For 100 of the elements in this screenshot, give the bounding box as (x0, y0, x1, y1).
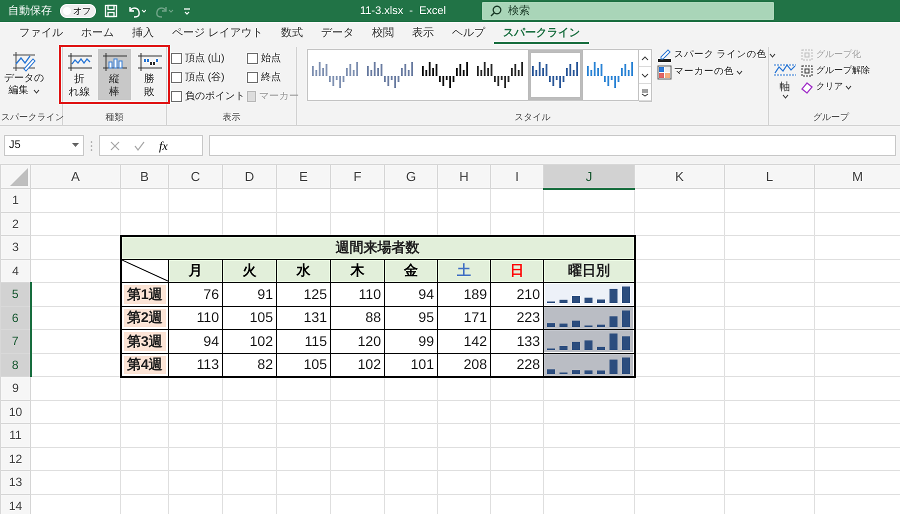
win-loss-chart-icon (136, 51, 164, 73)
ribbon-tab[interactable]: データ (312, 22, 364, 44)
week-label: 第3週 (120, 330, 168, 353)
insert-function-button[interactable]: fx (159, 136, 168, 154)
column-header[interactable]: I (490, 164, 544, 188)
column-header[interactable]: A (30, 164, 120, 188)
sparkline-type-button[interactable]: 折 れ線 (63, 49, 96, 100)
table-cell: 142 (438, 330, 490, 353)
style-gallery[interactable] (307, 49, 639, 101)
table-cell: 113 (168, 353, 222, 376)
row-header[interactable]: 12 (0, 447, 30, 470)
checkbox-option[interactable]: 終点 (247, 68, 299, 87)
sparkline-style-option[interactable] (528, 50, 583, 100)
table-cell: 120 (330, 330, 384, 353)
table-cell: 94 (384, 282, 438, 306)
table-cell: 95 (384, 306, 438, 330)
color-grid-icon (657, 65, 672, 80)
day-header: 火 (222, 259, 276, 282)
row-header[interactable]: 8 (0, 353, 30, 376)
table-cell: 91 (222, 282, 276, 306)
line-chart-icon (66, 51, 94, 73)
column-header[interactable]: H (438, 164, 490, 188)
ribbon-tab[interactable]: ヘルプ (443, 22, 494, 44)
group-label: 種類 (104, 111, 124, 124)
checkbox-option[interactable]: 負のポイント (171, 87, 247, 106)
day-header: 土 (438, 259, 490, 282)
ribbon-tab[interactable]: 数式 (272, 22, 312, 44)
table-cell: 171 (438, 306, 490, 330)
column-header[interactable]: L (724, 164, 814, 188)
table-cell: 76 (168, 282, 222, 306)
group-label: スパークライン (1, 111, 61, 124)
color-dropdown-button[interactable]: スパーク ラインの色 (656, 47, 777, 64)
day-header: 水 (276, 259, 330, 282)
week-label: 第2週 (120, 306, 168, 330)
ribbon-tab[interactable]: 表示 (403, 22, 444, 44)
name-box[interactable]: J5 (4, 135, 84, 156)
row-header[interactable]: 6 (0, 306, 30, 330)
scroll-down-icon[interactable] (640, 71, 650, 80)
ribbon-tab[interactable]: 挿入 (123, 22, 163, 44)
column-header[interactable]: D (222, 164, 276, 188)
autosave-toggle[interactable]: オフ (60, 4, 96, 18)
checkbox-option[interactable]: 頂点 (谷) (171, 68, 247, 87)
checkbox-option[interactable]: 始点 (247, 49, 299, 68)
checkbox-option[interactable]: 頂点 (山) (171, 49, 247, 68)
row-header[interactable]: 9 (0, 376, 30, 400)
column-header[interactable]: F (330, 164, 384, 188)
sparkline-type-button[interactable]: 縦 棒 (98, 49, 131, 100)
table-cell: 101 (384, 353, 438, 376)
sparkline-type-button[interactable]: 勝 敗 (133, 49, 166, 100)
table-cell: 99 (384, 330, 438, 353)
group-command-button: グループ化 (799, 47, 871, 63)
caret-icon (736, 70, 743, 75)
group-icon (800, 48, 814, 62)
column-header[interactable]: G (384, 164, 438, 188)
column-header[interactable]: B (120, 164, 168, 188)
grip-icon (90, 140, 93, 152)
eraser-icon (800, 80, 814, 94)
column-header[interactable]: M (814, 164, 900, 188)
ribbon-tab[interactable]: ホーム (72, 22, 123, 44)
row-header[interactable]: 11 (0, 424, 30, 447)
table-cell: 102 (330, 353, 384, 376)
save-icon[interactable] (104, 4, 118, 18)
row-header[interactable]: 4 (0, 259, 30, 282)
edit-data-button[interactable]: データの 編集 (1, 47, 47, 99)
diagonal-line (122, 260, 168, 282)
row-header[interactable]: 7 (0, 330, 30, 353)
ribbon-tab[interactable]: 校閲 (363, 22, 404, 44)
check-icon[interactable] (134, 140, 145, 150)
row-header[interactable]: 14 (0, 494, 30, 514)
group-command-button[interactable]: グループ解除 (799, 63, 871, 79)
column-header[interactable]: K (634, 164, 724, 188)
row-header[interactable]: 3 (0, 236, 30, 259)
expand-gallery-icon[interactable] (640, 88, 650, 98)
row-header[interactable]: 1 (0, 188, 30, 212)
column-header[interactable]: E (276, 164, 330, 188)
day-header: 木 (330, 259, 384, 282)
column-chart-icon (100, 51, 128, 73)
column-heading: 曜日別 (544, 259, 634, 282)
row-header[interactable]: 5 (0, 282, 30, 306)
customize-icon[interactable] (182, 6, 192, 16)
ribbon-tab[interactable]: ファイル (10, 22, 72, 44)
row-header[interactable]: 2 (0, 212, 30, 236)
checkbox-option: マーカー (247, 87, 299, 106)
group-command-button[interactable]: クリア (799, 79, 871, 95)
column-header[interactable]: J (544, 164, 634, 188)
table-cell: 105 (222, 306, 276, 330)
search-icon (490, 5, 502, 17)
table-cell: 110 (330, 282, 384, 306)
table-cell: 115 (276, 330, 330, 353)
column-header[interactable]: C (168, 164, 222, 188)
formula-input[interactable] (209, 135, 896, 156)
day-header: 月 (168, 259, 222, 282)
row-header[interactable]: 10 (0, 400, 30, 424)
table-cell: 88 (330, 306, 384, 330)
search-field[interactable]: 検索 (482, 2, 774, 20)
row-header[interactable]: 13 (0, 470, 30, 494)
day-header: 金 (384, 259, 438, 282)
ribbon-tab[interactable]: ページ レイアウト (163, 22, 272, 44)
window-title: 11-3.xlsx - Excel (360, 4, 446, 19)
caret-icon (782, 94, 788, 99)
